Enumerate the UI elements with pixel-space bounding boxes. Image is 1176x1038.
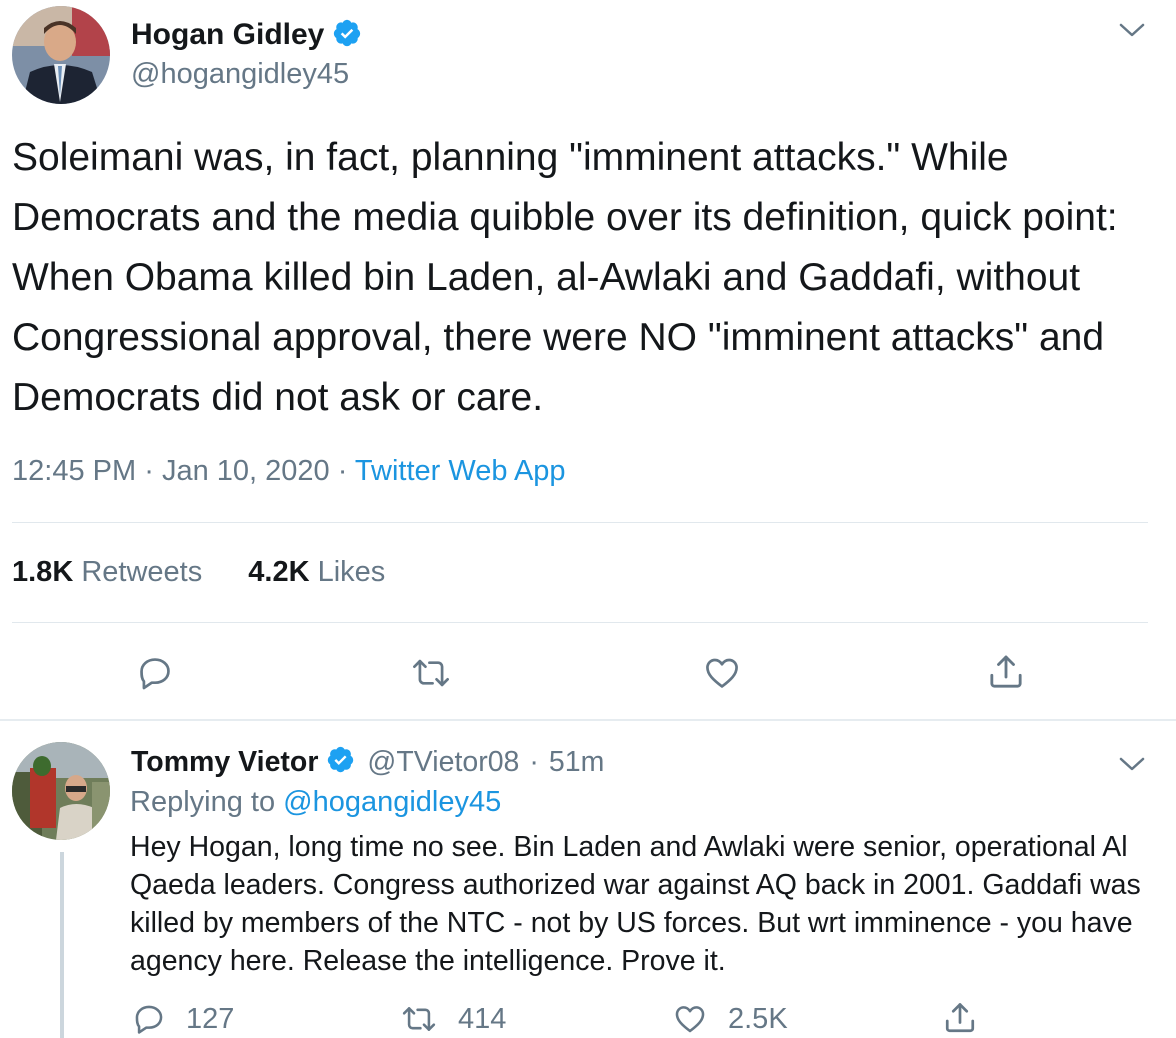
divider	[12, 522, 1148, 523]
reply-button[interactable]	[136, 654, 174, 692]
verified-badge-icon	[326, 745, 355, 779]
share-icon	[945, 1003, 975, 1033]
replying-to-link[interactable]: @hogangidley45	[283, 786, 501, 818]
reply-share-button[interactable]	[942, 1000, 978, 1036]
reply-author-row: Tommy Vietor @TVietor08 · 51m	[131, 744, 604, 780]
main-author-name[interactable]: Hogan Gidley	[131, 18, 324, 52]
tweet-time[interactable]: 12:45 PM	[12, 455, 136, 487]
chevron-down-icon[interactable]	[1118, 754, 1146, 779]
replying-prefix: Replying to	[130, 786, 276, 818]
reply-author-handle[interactable]: @TVietor08	[367, 746, 519, 779]
meta-separator: ·	[144, 455, 154, 487]
main-author-handle[interactable]: @hogangidley45	[131, 58, 349, 91]
meta-separator: ·	[337, 455, 348, 487]
chevron-down-icon[interactable]	[1118, 20, 1146, 45]
tweet-date[interactable]: Jan 10, 2020	[162, 455, 330, 487]
like-button[interactable]	[702, 654, 742, 692]
heart-icon	[675, 1006, 705, 1033]
retweets-label: Retweets	[81, 556, 203, 588]
reply-reply-button[interactable]: 127	[132, 1002, 234, 1036]
reply-separator: ·	[529, 745, 539, 778]
reply-icon	[140, 658, 170, 690]
verified-badge-icon	[332, 18, 362, 53]
replying-to-line: Replying to @hogangidley45	[130, 786, 501, 819]
avatar-hogan-gidley[interactable]	[12, 6, 110, 104]
reply-author-name[interactable]: Tommy Vietor	[131, 746, 318, 779]
tweet-source-link[interactable]: Twitter Web App	[355, 455, 566, 487]
retweet-button[interactable]	[410, 654, 452, 692]
tweet-meta: 12:45 PM · Jan 10, 2020 · Twitter Web Ap…	[12, 455, 566, 488]
reply-time-ago[interactable]: 51m	[549, 746, 604, 779]
main-tweet-text: Soleimani was, in fact, planning "immine…	[12, 136, 1118, 419]
main-author-row: Hogan Gidley	[131, 15, 362, 55]
share-icon	[990, 655, 1022, 688]
divider	[12, 622, 1148, 623]
thread-line	[60, 852, 64, 1038]
reply-replies-count: 127	[186, 1002, 235, 1035]
reply-like-button[interactable]: 2.5K	[672, 1002, 788, 1036]
likes-stat[interactable]: 4.2K Likes	[248, 556, 385, 588]
retweet-icon	[413, 659, 449, 687]
tweet-separator	[0, 719, 1176, 721]
share-button[interactable]	[986, 652, 1026, 692]
reply-retweet-button[interactable]: 414	[400, 1002, 506, 1036]
likes-count: 4.2K	[248, 556, 310, 588]
reply-retweets-count: 414	[458, 1002, 507, 1035]
reply-tweet-text: Hey Hogan, long time no see. Bin Laden a…	[130, 831, 1141, 977]
reply-icon	[135, 1005, 163, 1034]
likes-label: Likes	[317, 556, 386, 588]
reply-likes-count: 2.5K	[728, 1002, 788, 1035]
retweets-count: 1.8K	[12, 556, 74, 588]
avatar-tommy-vietor[interactable]	[12, 742, 110, 840]
heart-icon	[706, 658, 738, 688]
retweet-icon	[402, 1007, 436, 1031]
retweets-stat[interactable]: 1.8K Retweets	[12, 556, 202, 588]
tweet-stats: 1.8K Retweets 4.2K Likes	[12, 556, 385, 589]
